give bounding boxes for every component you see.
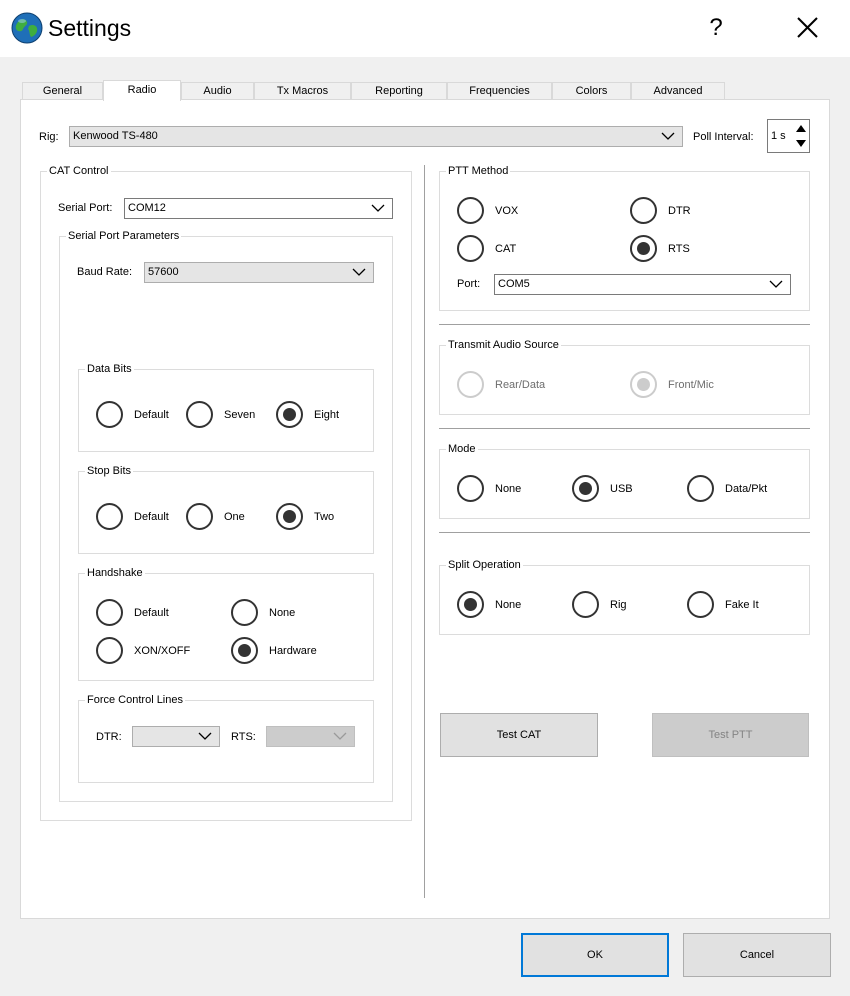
- force-control-lines-title: Force Control Lines: [85, 694, 185, 707]
- data-bits-eight-radio[interactable]: [276, 401, 303, 428]
- split-fake-it-radio[interactable]: [687, 591, 714, 618]
- separator: [439, 428, 810, 429]
- cat-control-title: CAT Control: [47, 165, 111, 178]
- tx-audio-rear-data-radio[interactable]: [457, 371, 484, 398]
- data-bits-default-radio[interactable]: [96, 401, 123, 428]
- stop-bits-title: Stop Bits: [85, 465, 134, 478]
- ptt-rts-radio[interactable]: [630, 235, 657, 262]
- rig-select[interactable]: Kenwood TS-480: [69, 126, 683, 147]
- column-divider: [424, 165, 425, 898]
- globe-icon: [11, 12, 43, 44]
- rts-label: RTS:: [231, 731, 256, 743]
- ptt-cat-radio[interactable]: [457, 235, 484, 262]
- tab-radio[interactable]: Radio: [103, 80, 181, 101]
- close-icon[interactable]: [790, 12, 824, 46]
- split-none-label: None: [495, 599, 522, 611]
- serial-port-value: COM12: [128, 202, 166, 214]
- mode-usb-label: USB: [610, 483, 633, 495]
- handshake-default-label: Default: [134, 607, 169, 619]
- separator: [439, 324, 810, 325]
- ptt-cat-label: CAT: [495, 243, 517, 255]
- stop-bits-default-radio[interactable]: [96, 503, 123, 530]
- handshake-default-radio[interactable]: [96, 599, 123, 626]
- mode-data-pkt-label: Data/Pkt: [725, 483, 768, 495]
- spin-up-icon[interactable]: [794, 122, 808, 134]
- poll-interval-value: 1 s: [771, 130, 786, 142]
- data-bits-seven-radio[interactable]: [186, 401, 213, 428]
- tx-audio-source-title: Transmit Audio Source: [446, 339, 561, 352]
- handshake-group: Handshake: [78, 567, 374, 681]
- data-bits-default-label: Default: [134, 409, 169, 421]
- ptt-port-select[interactable]: COM5: [494, 274, 791, 295]
- split-none-radio[interactable]: [457, 591, 484, 618]
- chevron-down-icon: [769, 280, 783, 288]
- ptt-port-label: Port:: [457, 278, 481, 290]
- mode-none-radio[interactable]: [457, 475, 484, 502]
- ptt-vox-radio[interactable]: [457, 197, 484, 224]
- handshake-none-label: None: [269, 607, 296, 619]
- data-bits-eight-label: Eight: [314, 409, 340, 421]
- rig-value: Kenwood TS-480: [73, 130, 158, 142]
- help-button[interactable]: ?: [700, 12, 732, 44]
- test-ptt-button[interactable]: Test PTT: [652, 713, 809, 757]
- rig-label: Rig:: [39, 131, 59, 143]
- tx-audio-front-mic-radio[interactable]: [630, 371, 657, 398]
- cancel-button[interactable]: Cancel: [683, 933, 831, 977]
- tx-audio-front-mic-label: Front/Mic: [668, 379, 714, 391]
- chevron-down-icon: [661, 132, 675, 140]
- test-cat-button[interactable]: Test CAT: [440, 713, 598, 757]
- mode-data-pkt-radio[interactable]: [687, 475, 714, 502]
- window-title: Settings: [48, 15, 132, 41]
- chevron-down-icon: [198, 732, 212, 740]
- spin-down-icon[interactable]: [794, 138, 808, 150]
- tx-audio-rear-data-label: Rear/Data: [495, 379, 546, 391]
- ptt-port-value: COM5: [498, 278, 530, 290]
- title-bar: Settings ?: [0, 0, 850, 57]
- baud-rate-select[interactable]: 57600: [144, 262, 374, 283]
- handshake-hardware-radio[interactable]: [231, 637, 258, 664]
- handshake-none-radio[interactable]: [231, 599, 258, 626]
- stop-bits-two-label: Two: [314, 511, 335, 523]
- ptt-method-title: PTT Method: [446, 165, 511, 178]
- chevron-down-icon: [352, 268, 366, 276]
- ptt-vox-label: VOX: [495, 205, 519, 217]
- poll-interval-label: Poll Interval:: [693, 131, 754, 143]
- split-rig-label: Rig: [610, 599, 627, 611]
- ok-button[interactable]: OK: [521, 933, 669, 977]
- ptt-dtr-label: DTR: [668, 205, 691, 217]
- handshake-title: Handshake: [85, 567, 145, 580]
- handshake-hardware-label: Hardware: [269, 645, 317, 657]
- stop-bits-one-radio[interactable]: [186, 503, 213, 530]
- ptt-dtr-radio[interactable]: [630, 197, 657, 224]
- handshake-xonxoff-label: XON/XOFF: [134, 645, 191, 657]
- serial-port-select[interactable]: COM12: [124, 198, 393, 219]
- data-bits-seven-label: Seven: [224, 409, 256, 421]
- separator: [439, 532, 810, 533]
- split-rig-radio[interactable]: [572, 591, 599, 618]
- chevron-down-icon: [371, 204, 385, 212]
- ptt-rts-label: RTS: [668, 243, 690, 255]
- serial-port-label: Serial Port:: [58, 202, 113, 214]
- chevron-down-icon: [333, 732, 347, 740]
- data-bits-title: Data Bits: [85, 363, 134, 376]
- stop-bits-two-radio[interactable]: [276, 503, 303, 530]
- split-operation-title: Split Operation: [446, 559, 523, 572]
- mode-title: Mode: [446, 443, 478, 456]
- serial-params-title: Serial Port Parameters: [66, 230, 182, 243]
- mode-usb-radio[interactable]: [572, 475, 599, 502]
- mode-none-label: None: [495, 483, 522, 495]
- baud-rate-label: Baud Rate:: [77, 266, 133, 278]
- handshake-xonxoff-radio[interactable]: [96, 637, 123, 664]
- baud-rate-value: 57600: [148, 266, 179, 278]
- stop-bits-one-label: One: [224, 511, 245, 523]
- poll-interval-spinbox[interactable]: 1 s: [767, 119, 810, 153]
- dtr-select[interactable]: [132, 726, 220, 747]
- split-fake-it-label: Fake It: [725, 599, 759, 611]
- stop-bits-default-label: Default: [134, 511, 169, 523]
- rts-select[interactable]: [266, 726, 355, 747]
- dtr-label: DTR:: [96, 731, 122, 743]
